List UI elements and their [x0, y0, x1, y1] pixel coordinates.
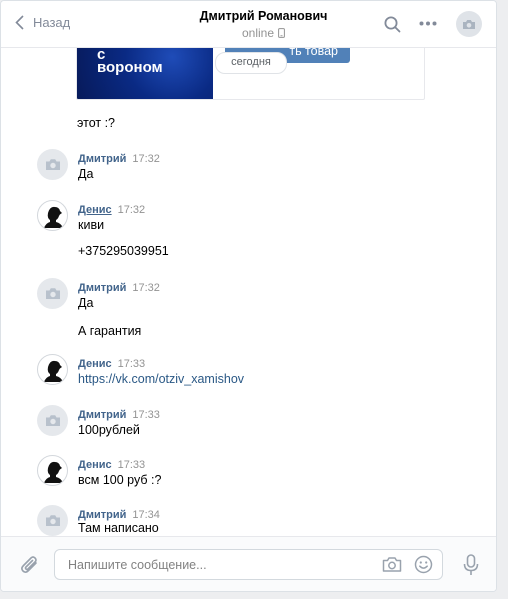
phone-icon [278, 28, 285, 38]
message-composer: Напишите сообщение... [1, 536, 496, 591]
date-divider: сегодня [215, 52, 287, 74]
smile-icon[interactable] [414, 555, 433, 574]
message-link[interactable]: https://vk.com/otziv_xamishov [78, 372, 244, 386]
back-button[interactable]: Назад [15, 15, 70, 30]
chat-window: Назад Дмитрий Романович online с вороном… [0, 0, 497, 592]
message-meta: Денис 17:33 [78, 457, 145, 471]
status-text: online [241, 26, 275, 40]
camera-icon [45, 159, 60, 170]
message-text: 100рублей [78, 423, 140, 437]
message-text: Да [78, 296, 94, 310]
search-icon[interactable] [384, 16, 401, 33]
avatar[interactable] [37, 455, 68, 486]
message-time[interactable]: 17:33 [132, 409, 160, 421]
avatar[interactable] [37, 405, 68, 436]
message-text: этот :? [77, 116, 115, 130]
camera-icon[interactable] [382, 556, 402, 573]
message-meta: Дмитрий 17:32 [78, 151, 160, 165]
chevron-left-icon [15, 15, 24, 30]
chat-header: Назад Дмитрий Романович online [1, 1, 496, 48]
author-name[interactable]: Денис [78, 358, 112, 370]
camera-icon [45, 415, 60, 426]
author-name[interactable]: Дмитрий [78, 282, 126, 294]
product-image-text-2: вороном [97, 59, 163, 76]
microphone-icon[interactable] [463, 554, 479, 576]
message-meta: Дмитрий 17:34 [78, 507, 160, 521]
back-label: Назад [33, 15, 71, 30]
message-input-placeholder: Напишите сообщение... [68, 558, 207, 572]
peer-avatar[interactable] [456, 11, 482, 37]
avatar[interactable] [37, 278, 68, 309]
silhouette-icon [43, 461, 63, 483]
author-name[interactable]: Денис [78, 204, 112, 216]
camera-icon [463, 19, 475, 29]
message-time[interactable]: 17:32 [132, 153, 160, 165]
message-input[interactable]: Напишите сообщение... [54, 549, 443, 580]
message-meta: Дмитрий 17:33 [78, 407, 160, 421]
peer-name: Дмитрий Романович [199, 9, 328, 23]
message-meta: Денис 17:33 [78, 356, 145, 370]
avatar[interactable] [37, 505, 68, 536]
author-name[interactable]: Дмитрий [78, 409, 126, 421]
more-icon[interactable] [419, 21, 437, 26]
camera-icon [45, 288, 60, 299]
silhouette-icon [43, 360, 63, 382]
message-text: А гарантия [78, 324, 142, 338]
message-time[interactable]: 17:33 [118, 358, 146, 370]
message-feed[interactable]: с вороном ть товар сегодня этот :? Дмитр… [1, 48, 496, 536]
silhouette-icon [43, 206, 63, 228]
message-time[interactable]: 17:32 [118, 204, 146, 216]
message-meta: Денис 17:32 [78, 202, 145, 216]
author-name[interactable]: Дмитрий [78, 509, 126, 521]
message-time[interactable]: 17:32 [132, 282, 160, 294]
paperclip-icon[interactable] [20, 554, 40, 575]
author-name[interactable]: Дмитрий [78, 153, 126, 165]
message-text: +375295039951 [78, 244, 169, 258]
message-time[interactable]: 17:34 [132, 509, 160, 521]
peer-info[interactable]: Дмитрий Романович online [151, 9, 376, 40]
message-text: киви [78, 218, 105, 232]
avatar[interactable] [37, 200, 68, 231]
product-image[interactable]: с вороном [77, 48, 213, 99]
camera-icon [45, 515, 60, 526]
message-text: Да [78, 167, 94, 181]
avatar[interactable] [37, 354, 68, 385]
message-time[interactable]: 17:33 [118, 459, 146, 471]
message-text: Там написано [78, 521, 159, 535]
message-meta: Дмитрий 17:32 [78, 280, 160, 294]
author-name[interactable]: Денис [78, 459, 112, 471]
message-text: всм 100 руб :? [78, 473, 162, 487]
peer-status: online [151, 26, 376, 40]
avatar[interactable] [37, 149, 68, 180]
